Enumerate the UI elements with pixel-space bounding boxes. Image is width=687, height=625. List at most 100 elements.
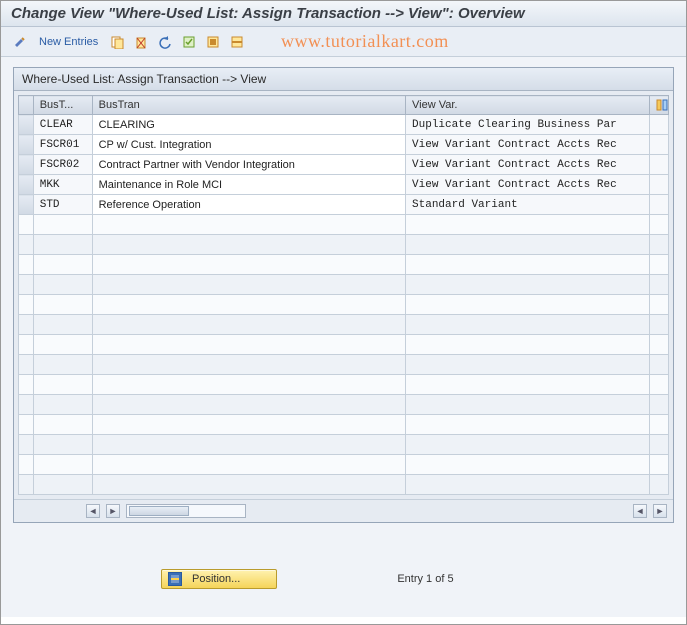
cell-bustran[interactable] bbox=[92, 395, 405, 415]
cell-viewvar[interactable] bbox=[406, 375, 650, 395]
cell-bustran[interactable] bbox=[92, 455, 405, 475]
row-selector[interactable] bbox=[19, 315, 34, 335]
cell-viewvar[interactable]: View Variant Contract Accts Rec bbox=[406, 135, 650, 155]
cell-bust[interactable]: MKK bbox=[33, 175, 92, 195]
row-selector[interactable] bbox=[19, 475, 34, 495]
row-selector[interactable] bbox=[19, 455, 34, 475]
copy-as-button[interactable] bbox=[108, 33, 126, 51]
row-selector[interactable] bbox=[19, 375, 34, 395]
cell-viewvar[interactable] bbox=[406, 255, 650, 275]
cell-bustran[interactable] bbox=[92, 375, 405, 395]
table-row[interactable] bbox=[19, 295, 669, 315]
cell-bust[interactable] bbox=[33, 295, 92, 315]
row-selector[interactable] bbox=[19, 435, 34, 455]
table-row[interactable] bbox=[19, 275, 669, 295]
cell-bustran[interactable] bbox=[92, 255, 405, 275]
toggle-display-change-button[interactable] bbox=[11, 33, 29, 51]
cell-viewvar[interactable] bbox=[406, 415, 650, 435]
table-row[interactable]: CLEARCLEARINGDuplicate Clearing Business… bbox=[19, 115, 669, 135]
table-row[interactable]: MKKMaintenance in Role MCIView Variant C… bbox=[19, 175, 669, 195]
cell-bustran[interactable] bbox=[92, 275, 405, 295]
table-row[interactable] bbox=[19, 415, 669, 435]
cell-bustran[interactable]: Contract Partner with Vendor Integration bbox=[92, 155, 405, 175]
table-row[interactable]: FSCR02Contract Partner with Vendor Integ… bbox=[19, 155, 669, 175]
row-selector[interactable] bbox=[19, 415, 34, 435]
cell-viewvar[interactable] bbox=[406, 275, 650, 295]
scrollbar-thumb[interactable] bbox=[129, 506, 189, 516]
row-selector-header[interactable] bbox=[19, 96, 34, 115]
cell-bust[interactable] bbox=[33, 275, 92, 295]
cell-viewvar[interactable] bbox=[406, 355, 650, 375]
table-row[interactable]: STDReference OperationStandard Variant bbox=[19, 195, 669, 215]
deselect-all-button[interactable] bbox=[228, 33, 246, 51]
select-block-button[interactable] bbox=[204, 33, 222, 51]
row-selector[interactable] bbox=[19, 135, 34, 155]
cell-viewvar[interactable]: View Variant Contract Accts Rec bbox=[406, 175, 650, 195]
table-row[interactable] bbox=[19, 255, 669, 275]
scroll-left-button-2[interactable]: ◄ bbox=[633, 504, 647, 518]
table-row[interactable]: FSCR01CP w/ Cust. IntegrationView Varian… bbox=[19, 135, 669, 155]
table-row[interactable] bbox=[19, 335, 669, 355]
cell-viewvar[interactable] bbox=[406, 215, 650, 235]
cell-bustran[interactable] bbox=[92, 295, 405, 315]
data-grid[interactable]: BusT... BusTran View Var. CLEARCLEARINGD… bbox=[18, 95, 669, 495]
cell-bust[interactable]: FSCR01 bbox=[33, 135, 92, 155]
cell-bust[interactable] bbox=[33, 355, 92, 375]
row-selector[interactable] bbox=[19, 255, 34, 275]
scroll-right-button[interactable]: ► bbox=[106, 504, 120, 518]
row-selector[interactable] bbox=[19, 355, 34, 375]
cell-bust[interactable]: STD bbox=[33, 195, 92, 215]
cell-bustran[interactable] bbox=[92, 355, 405, 375]
row-selector[interactable] bbox=[19, 155, 34, 175]
cell-bust[interactable] bbox=[33, 255, 92, 275]
col-bustran-header[interactable]: BusTran bbox=[92, 96, 405, 115]
row-selector[interactable] bbox=[19, 395, 34, 415]
cell-bust[interactable] bbox=[33, 375, 92, 395]
table-row[interactable] bbox=[19, 475, 669, 495]
cell-bust[interactable] bbox=[33, 335, 92, 355]
row-selector[interactable] bbox=[19, 275, 34, 295]
cell-bustran[interactable] bbox=[92, 235, 405, 255]
table-row[interactable] bbox=[19, 395, 669, 415]
scrollbar-track[interactable] bbox=[126, 504, 246, 518]
cell-viewvar[interactable]: Duplicate Clearing Business Par bbox=[406, 115, 650, 135]
row-selector[interactable] bbox=[19, 215, 34, 235]
cell-viewvar[interactable] bbox=[406, 235, 650, 255]
cell-bust[interactable]: CLEAR bbox=[33, 115, 92, 135]
cell-bustran[interactable]: Reference Operation bbox=[92, 195, 405, 215]
cell-viewvar[interactable] bbox=[406, 315, 650, 335]
cell-viewvar[interactable]: View Variant Contract Accts Rec bbox=[406, 155, 650, 175]
scroll-right-button-2[interactable]: ► bbox=[653, 504, 667, 518]
cell-bust[interactable]: FSCR02 bbox=[33, 155, 92, 175]
table-row[interactable] bbox=[19, 315, 669, 335]
cell-bustran[interactable] bbox=[92, 335, 405, 355]
select-all-button[interactable] bbox=[180, 33, 198, 51]
cell-bustran[interactable]: CLEARING bbox=[92, 115, 405, 135]
cell-viewvar[interactable] bbox=[406, 295, 650, 315]
cell-bustran[interactable] bbox=[92, 215, 405, 235]
cell-bustran[interactable]: CP w/ Cust. Integration bbox=[92, 135, 405, 155]
cell-viewvar[interactable] bbox=[406, 335, 650, 355]
cell-bustran[interactable] bbox=[92, 435, 405, 455]
cell-bust[interactable] bbox=[33, 315, 92, 335]
configure-columns-button[interactable] bbox=[650, 96, 669, 115]
row-selector[interactable] bbox=[19, 195, 34, 215]
col-viewvar-header[interactable]: View Var. bbox=[406, 96, 650, 115]
cell-bust[interactable] bbox=[33, 415, 92, 435]
row-selector[interactable] bbox=[19, 295, 34, 315]
cell-viewvar[interactable] bbox=[406, 435, 650, 455]
table-row[interactable] bbox=[19, 235, 669, 255]
cell-viewvar[interactable] bbox=[406, 475, 650, 495]
cell-bustran[interactable] bbox=[92, 415, 405, 435]
table-row[interactable] bbox=[19, 375, 669, 395]
cell-viewvar[interactable] bbox=[406, 395, 650, 415]
table-row[interactable] bbox=[19, 215, 669, 235]
cell-bust[interactable] bbox=[33, 215, 92, 235]
row-selector[interactable] bbox=[19, 335, 34, 355]
cell-bustran[interactable]: Maintenance in Role MCI bbox=[92, 175, 405, 195]
scroll-left-button[interactable]: ◄ bbox=[86, 504, 100, 518]
cell-bust[interactable] bbox=[33, 435, 92, 455]
table-row[interactable] bbox=[19, 435, 669, 455]
position-button[interactable]: Position... bbox=[161, 569, 277, 589]
cell-bust[interactable] bbox=[33, 395, 92, 415]
